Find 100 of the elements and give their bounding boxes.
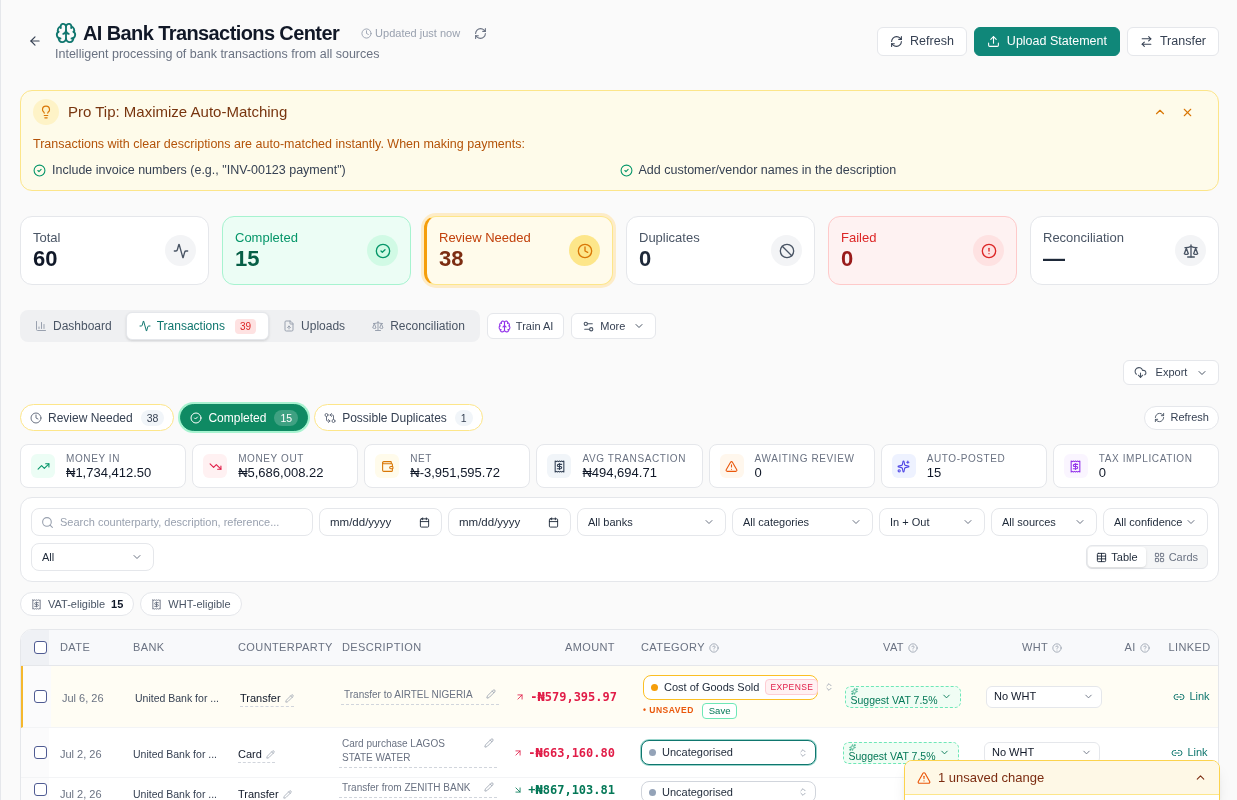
bank-cell: United Bank for ... (133, 788, 218, 800)
table-icon (1096, 551, 1108, 563)
stat-card[interactable]: Completed 15 (222, 216, 411, 285)
upload-icon (986, 34, 1000, 48)
checkbox[interactable] (34, 690, 47, 703)
check-circle-icon (190, 411, 203, 424)
stat-card[interactable]: Reconciliation — (1030, 216, 1219, 285)
page-subtitle: Intelligent processing of bank transactions from all sources (55, 46, 381, 62)
refresh-icon[interactable] (474, 26, 488, 40)
filter-select[interactable]: All categories (732, 508, 873, 536)
stat-label: Reconciliation (1043, 229, 1124, 246)
summary-label: TAX IMPLICATION (1098, 451, 1193, 465)
counterparty-field[interactable]: Transfer (240, 690, 294, 707)
checkbox[interactable] (34, 641, 47, 654)
amount-cell-text: -₦579,395.97 (530, 688, 617, 706)
trending-down-icon (203, 454, 228, 478)
status-filter-chip[interactable]: Review Needed 38 (20, 404, 175, 431)
column-header: DATE (60, 640, 91, 656)
save-button[interactable]: Save (701, 702, 738, 719)
description-field[interactable]: Transfer to AIRTEL NIGERIA (341, 688, 499, 705)
status-filter-chip[interactable]: Possible Duplicates 1 (314, 404, 483, 431)
stat-label: Review Needed (439, 229, 531, 246)
pencil-icon (284, 693, 294, 703)
column-header: AMOUNT (564, 640, 615, 656)
wht-select[interactable]: No WHT (986, 685, 1102, 708)
refresh-button[interactable]: Refresh (1144, 405, 1219, 430)
compare-arrows-icon (324, 411, 337, 424)
nav-tab[interactable]: Uploads (270, 312, 359, 340)
counterparty-field[interactable]: Card (238, 746, 275, 763)
filter-select[interactable]: All sources (991, 508, 1097, 536)
stat-label: Failed (841, 229, 877, 246)
file-upload-icon (283, 320, 296, 332)
date-field[interactable]: mm/dd/yyyy (319, 508, 442, 536)
summary-label: NET (410, 451, 434, 465)
filter-select[interactable]: All confidence (1103, 508, 1208, 536)
stat-card[interactable]: Total 60 (20, 216, 209, 285)
chevrons-up-down-icon (798, 747, 808, 758)
stat-label: Completed (235, 229, 298, 246)
summary-value: ₦5,686,008.22 (238, 464, 324, 481)
summary-label: AVG TRANSACTION (582, 451, 687, 465)
activity-icon (138, 320, 151, 332)
export-button[interactable]: Export (1123, 360, 1219, 385)
category-select[interactable]: Uncategorised (641, 781, 816, 800)
nav-tab[interactable]: Reconciliation (359, 312, 478, 340)
brain-logo-icon (55, 22, 77, 44)
pencil-icon (484, 782, 494, 792)
link-button[interactable]: Link (1171, 744, 1208, 761)
chevrons-up-down-icon (824, 682, 835, 692)
amount-cell-text: +₦867,103.81 (528, 782, 615, 799)
filter-select[interactable]: In + Out (879, 508, 985, 536)
train-ai-button[interactable]: Train AI (486, 313, 565, 339)
chevrons-up-down-icon (798, 787, 808, 797)
checkbox[interactable] (34, 746, 47, 759)
calendar-icon (548, 516, 559, 528)
vat-suggestion-select[interactable]: Suggest VAT 7.5% (842, 741, 959, 764)
link-button[interactable]: Link (1173, 688, 1210, 705)
sliders-icon (582, 319, 596, 333)
pencil-icon (486, 689, 496, 699)
tax-filter-chip[interactable]: VAT-eligible 15 (20, 592, 135, 616)
filter-select[interactable]: All (31, 543, 154, 571)
search-icon (41, 515, 54, 529)
view-tab[interactable]: Cards (1145, 547, 1206, 567)
stat-card[interactable]: Failed 0 (828, 216, 1017, 285)
stat-card[interactable]: Review Needed 38 (424, 216, 613, 285)
receipt-icon (31, 598, 42, 610)
nav-tab[interactable]: Transactions 39 (125, 312, 270, 340)
chip-count: 15 (111, 596, 124, 612)
category-select[interactable]: Uncategorised (641, 740, 816, 765)
counterparty-field[interactable]: Transfer (238, 787, 292, 800)
activity-icon (165, 235, 196, 266)
description-field[interactable]: Card purchase LAGOS STATE WATER (339, 737, 497, 768)
date-field[interactable]: mm/dd/yyyy (448, 508, 571, 536)
tax-filter-chip[interactable]: WHT-eligible (140, 592, 242, 616)
calendar-icon (419, 516, 430, 528)
checkbox[interactable] (34, 783, 47, 796)
updated-label: Updated just now (375, 25, 461, 41)
brain-icon (497, 319, 511, 333)
status-filter-chip[interactable]: Completed 15 (180, 404, 309, 431)
pencil-icon (484, 738, 494, 748)
scale-icon (372, 320, 385, 332)
filter-select[interactable]: All banks (577, 508, 726, 536)
column-header: COUNTERPARTY (238, 640, 333, 656)
upload-statement-button[interactable]: Upload Statement (973, 26, 1120, 56)
column-header: LINKED (1168, 640, 1211, 656)
count-badge: 38 (140, 409, 165, 426)
column-header: CATEGORY (641, 640, 705, 656)
search-field[interactable]: Search counterparty, description, reference... (31, 508, 313, 536)
description-field[interactable]: Transfer from ZENITH BANK (339, 781, 497, 798)
count-badge: 15 (274, 409, 299, 426)
nav-tab[interactable]: Dashboard (22, 312, 125, 340)
transfer-button[interactable]: Transfer (1126, 26, 1219, 56)
vat-suggestion-select[interactable]: Suggest VAT 7.5% (844, 685, 961, 708)
column-header: AI (1124, 640, 1136, 656)
sparkle-icon (850, 687, 858, 695)
refresh-button[interactable]: Refresh (877, 26, 967, 56)
stat-card[interactable]: Duplicates 0 (626, 216, 815, 285)
more-button[interactable]: More (571, 313, 657, 339)
view-tab[interactable]: Table (1088, 547, 1146, 567)
summary-value: 15 (926, 464, 943, 481)
lightbulb-icon (33, 99, 59, 125)
